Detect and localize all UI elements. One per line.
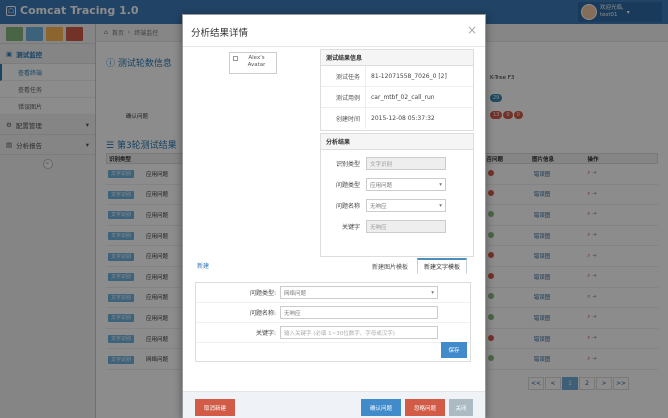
caret-down-icon: ▾ bbox=[439, 202, 442, 209]
avatar-image: Alex's Avatar bbox=[229, 52, 277, 74]
new-issue-name-field[interactable]: 无响应 bbox=[280, 306, 438, 319]
issue-type-select[interactable]: 应用问题 ▾ bbox=[366, 178, 446, 191]
analysis-detail-modal: 分析结果详情 × Alex's Avatar 测试结果信息 测试任务 81-12… bbox=[182, 14, 486, 418]
ignore-issue-button[interactable]: 忽略问题 bbox=[405, 399, 445, 416]
modal-header: 分析结果详情 × bbox=[183, 15, 485, 47]
template-tabs: 新建图片模板 新建文字模板 bbox=[365, 258, 468, 274]
modal-title: 分析结果详情 bbox=[191, 28, 249, 39]
info-row: 测试任务 81-12071558_7026_0 [2] bbox=[321, 66, 473, 87]
save-button[interactable]: 保存 bbox=[441, 342, 467, 358]
close-icon[interactable]: × bbox=[467, 23, 477, 37]
test-result-info-panel: 测试结果信息 测试任务 81-12071558_7026_0 [2] 测试用例 … bbox=[320, 49, 474, 131]
tab-new-image-template[interactable]: 新建图片模板 bbox=[365, 258, 415, 274]
confirm-issue-button[interactable]: 确认问题 bbox=[361, 399, 401, 416]
new-link[interactable]: 新建 bbox=[197, 261, 209, 270]
analysis-result-panel: 分析结果 识别类型 文字识别 问题类型 应用问题 ▾ 问题名称 无响应 ▾ 关键… bbox=[320, 133, 474, 257]
keyword-field: 无响应 bbox=[366, 220, 446, 233]
caret-down-icon: ▾ bbox=[439, 181, 442, 188]
issue-name-select[interactable]: 无响应 ▾ bbox=[366, 199, 446, 212]
caret-down-icon: ▾ bbox=[431, 289, 434, 296]
new-text-template-form: 问题类型: 网络问题 ▾ 问题名称: 无响应 关键字: 输入关键字 (必填 1~… bbox=[195, 282, 471, 362]
panel-heading: 测试结果信息 bbox=[321, 50, 473, 66]
broken-image-icon bbox=[233, 56, 238, 61]
info-row: 创建时间 2015-12-08 05:37:32 bbox=[321, 108, 473, 129]
panel-heading: 分析结果 bbox=[321, 134, 473, 150]
cancel-new-button[interactable]: 取消新建 bbox=[195, 399, 235, 416]
recognize-type-field: 文字识别 bbox=[366, 157, 446, 170]
tab-new-text-template[interactable]: 新建文字模板 bbox=[417, 258, 468, 274]
modal-footer: 取消新建 确认问题 忽略问题 关闭 bbox=[183, 391, 485, 418]
info-row: 测试用例 car_mtbf_02_call_run bbox=[321, 87, 473, 108]
avatar-alt-text: Alex's Avatar bbox=[247, 55, 266, 68]
new-keyword-input[interactable]: 输入关键字 (必填 1~30位数字、字母或汉字) bbox=[280, 326, 438, 339]
close-button[interactable]: 关闭 bbox=[449, 399, 473, 416]
new-issue-type-select[interactable]: 网络问题 ▾ bbox=[280, 286, 438, 299]
